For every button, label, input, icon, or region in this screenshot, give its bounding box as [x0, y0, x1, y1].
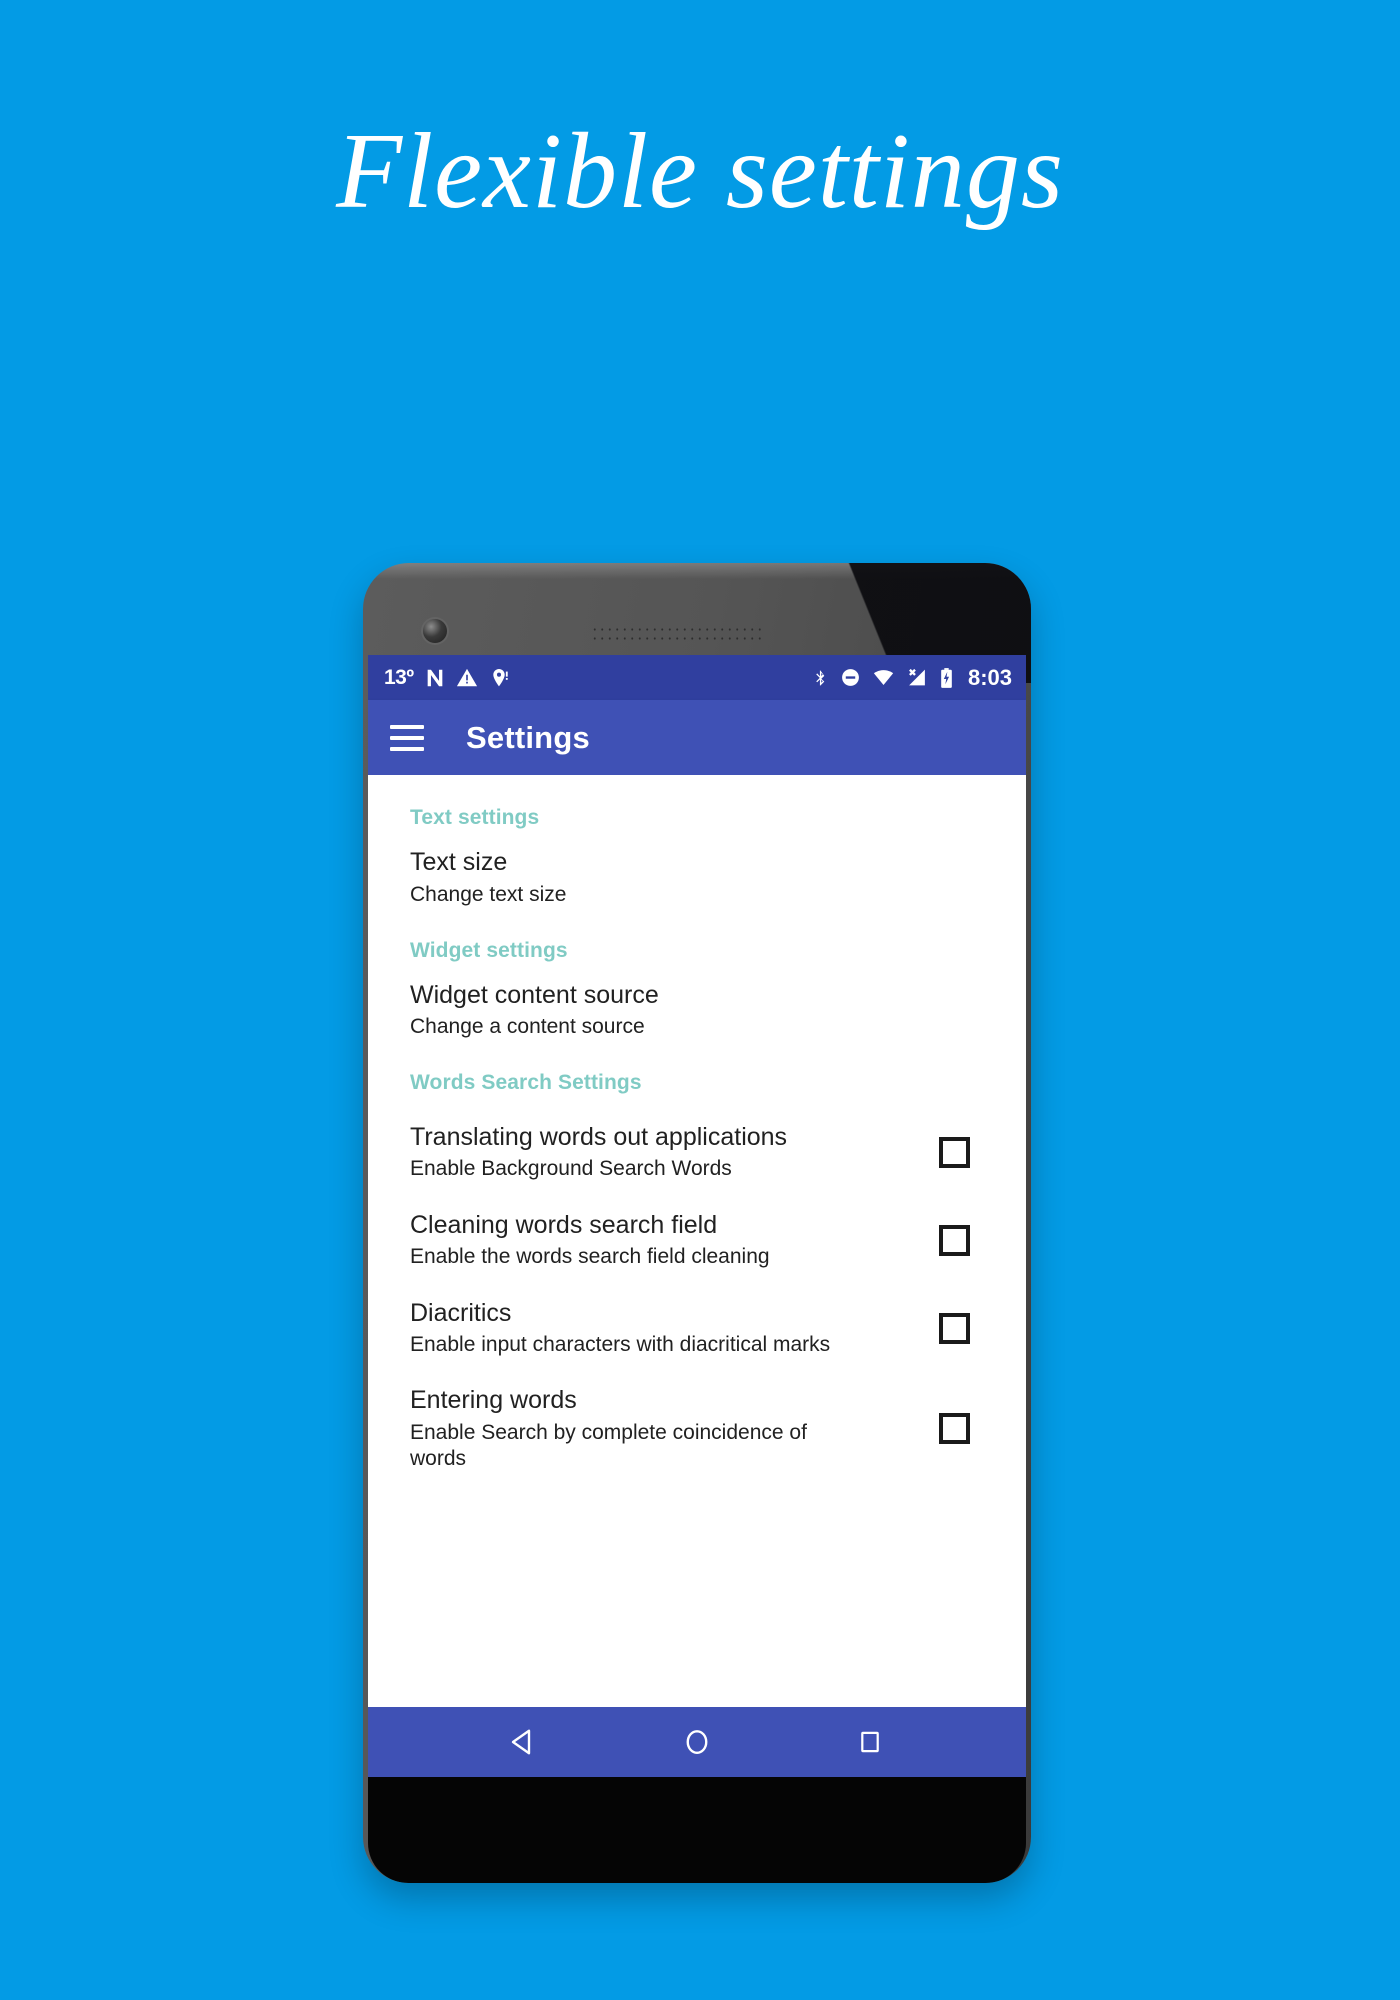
pref-cleaning-words-search-field[interactable]: Cleaning words search field Enable the w…: [368, 1183, 1026, 1271]
battery-charging-icon: [941, 667, 952, 688]
pref-summary: Enable input characters with diacritical…: [410, 1333, 831, 1357]
pref-text-size[interactable]: Text size Change text size: [368, 830, 1026, 908]
pref-summary: Change text size: [410, 882, 567, 906]
home-circle-icon: [686, 1730, 708, 1754]
pref-text-block: Cleaning words search field Enable the w…: [410, 1210, 939, 1271]
status-bar-right-group: 8:03: [811, 665, 1012, 691]
pref-summary: Change a content source: [410, 1015, 645, 1039]
checkbox-cleaning-words-search-field[interactable]: [939, 1224, 970, 1256]
checkbox-entering-words[interactable]: [939, 1412, 970, 1444]
pref-title: Widget content source: [410, 980, 659, 1009]
bluetooth-icon: [816, 670, 825, 685]
pref-text-block: Entering words Enable Search by complete…: [410, 1385, 939, 1472]
wifi-icon: [873, 670, 894, 685]
status-bar-left-group: 13º: [384, 666, 510, 690]
pref-summary: Enable Search by complete coincidence of…: [410, 1420, 807, 1470]
earpiece-speaker-icon: [591, 625, 765, 645]
hamburger-menu-icon[interactable]: [390, 724, 424, 751]
recents-button[interactable]: [848, 1720, 892, 1764]
cell-signal-off-icon: [908, 668, 925, 686]
warning-triangle-icon: [456, 668, 477, 686]
section-header-words-search-settings: Words Search Settings: [410, 1071, 642, 1095]
status-clock: 8:03: [967, 664, 1012, 690]
phone-chin: [368, 1777, 1026, 1883]
bezel-sheen: [363, 563, 1031, 579]
app-bar-title: Settings: [466, 719, 590, 755]
pref-entering-words[interactable]: Entering words Enable Search by complete…: [368, 1359, 1026, 1472]
back-triangle-icon: [512, 1729, 531, 1755]
pref-title: Entering words: [410, 1386, 577, 1415]
pref-text-block: Widget content source Change a content s…: [410, 980, 986, 1041]
phone-screen: 13º 8:03 Settings Text settings Text siz…: [368, 655, 1026, 1777]
page-title: Flexible settings: [336, 112, 1064, 231]
checkbox-translating-words-out-applications[interactable]: [939, 1136, 970, 1168]
pref-diacritics[interactable]: Diacritics Enable input characters with …: [368, 1271, 1026, 1359]
pref-translating-words-out-applications[interactable]: Translating words out applications Enabl…: [368, 1095, 1026, 1183]
phone-device-frame: 13º 8:03 Settings Text settings Text siz…: [363, 563, 1031, 1883]
status-bar: 13º 8:03: [368, 655, 1026, 700]
pref-widget-content-source[interactable]: Widget content source Change a content s…: [368, 963, 1026, 1041]
section-header-widget-settings: Widget settings: [410, 938, 568, 962]
pref-title: Cleaning words search field: [410, 1210, 718, 1239]
recents-square-icon: [860, 1731, 879, 1753]
section-header-text-settings: Text settings: [410, 806, 540, 829]
pref-title: Translating words out applications: [410, 1122, 788, 1151]
pref-text-block: Translating words out applications Enabl…: [410, 1122, 939, 1183]
pref-summary: Enable the words search field cleaning: [410, 1245, 770, 1269]
android-navigation-bar: [368, 1707, 1026, 1777]
home-button[interactable]: [675, 1720, 719, 1764]
app-bar: Settings: [368, 700, 1026, 775]
pref-title: Diacritics: [410, 1298, 512, 1327]
front-camera-icon: [423, 619, 447, 643]
pref-text-block: Diacritics Enable input characters with …: [410, 1298, 939, 1359]
pref-summary: Enable Background Search Words: [410, 1157, 732, 1181]
back-button[interactable]: [502, 1720, 546, 1764]
checkbox-diacritics[interactable]: [939, 1312, 970, 1344]
settings-list[interactable]: Text settings Text size Change text size…: [368, 775, 1026, 1707]
do-not-disturb-icon: [842, 669, 859, 686]
android-n-icon: [427, 669, 442, 686]
status-temperature: 13º: [384, 665, 414, 689]
pref-title: Text size: [410, 848, 508, 876]
location-icon: [492, 668, 508, 686]
pref-text-block: Text size Change text size: [410, 847, 986, 908]
